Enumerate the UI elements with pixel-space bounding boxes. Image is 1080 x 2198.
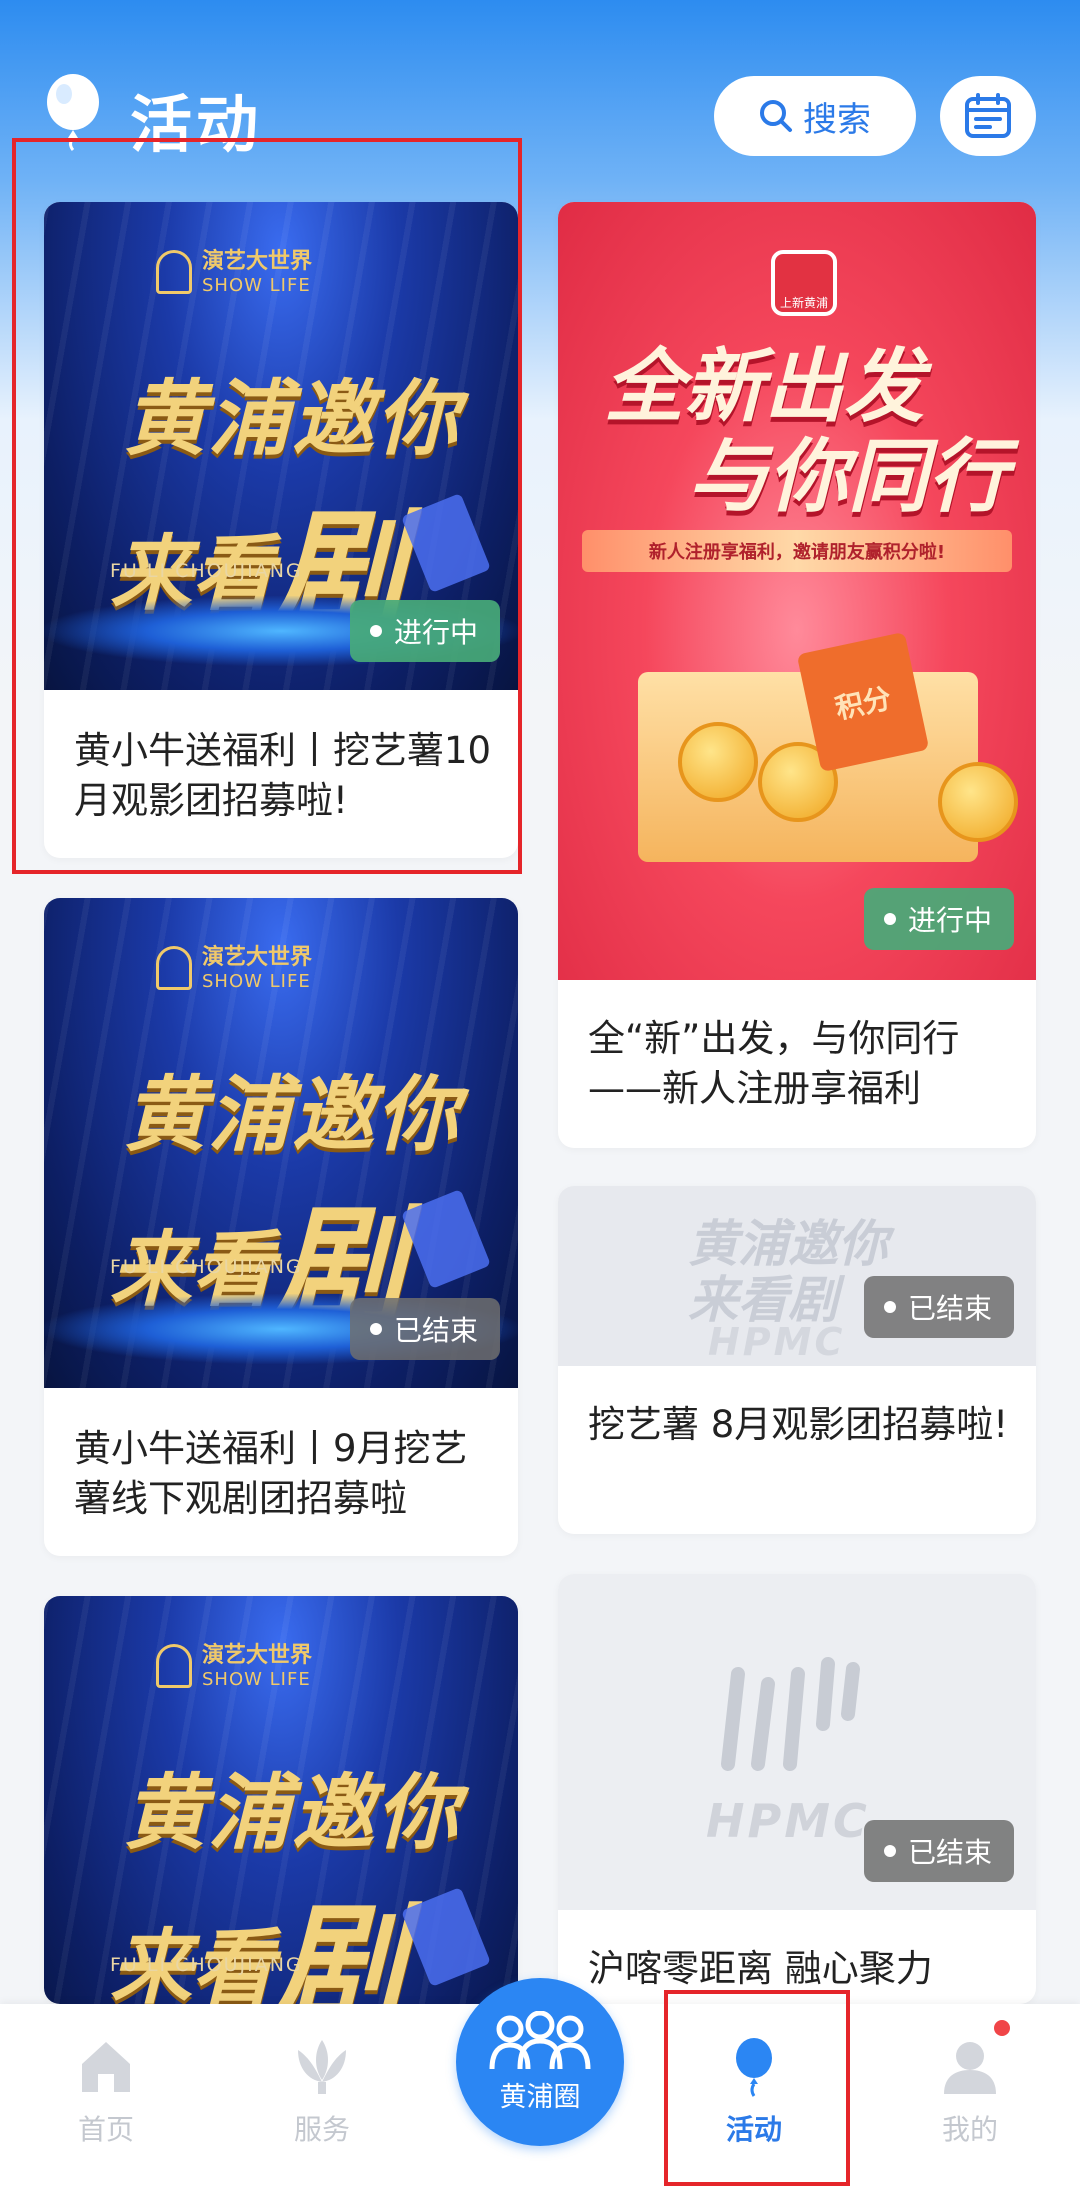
nav-label: 黄浦圈 [499, 2081, 581, 2113]
status-badge: 进行中 [864, 888, 1015, 950]
balloon-icon [736, 2038, 772, 2097]
activity-card[interactable]: 上新黄浦 全新出发 与你同行 新人注册享福利，邀请朋友赢积分啦! 积分 进行中 … [558, 202, 1036, 1148]
balloon-logo-icon [47, 74, 99, 151]
poster-strip: 新人注册享福利，邀请朋友赢积分啦! [582, 530, 1012, 572]
nav-label: 首页 [77, 2113, 134, 2146]
activity-title: 沪喀零距离 融心聚力 [588, 1947, 933, 1990]
poster-headline-2: 来看剧 [110, 1889, 405, 2004]
activity-card[interactable]: 黄浦邀你 来看剧 HPMC 已结束 挖艺薯 8月观影团招募啦! [558, 1186, 1036, 1534]
activity-poster: 演艺大世界 SHOW LIFE 黄浦邀你 来看剧 FU LI CHOUJIANG [44, 1596, 518, 2004]
poster-brand: 演艺大世界 SHOW LIFE [202, 1643, 313, 1691]
activity-poster: 上新黄浦 全新出发 与你同行 新人注册享福利，邀请朋友赢积分啦! 积分 [558, 202, 1036, 980]
home-icon [82, 2042, 130, 2092]
header: 活动 搜索 [0, 0, 1080, 190]
nav-item-mine[interactable]: 我的 [900, 2022, 1040, 2162]
calendar-button[interactable] [940, 76, 1036, 156]
calendar-icon [965, 93, 1011, 138]
nav-label: 我的 [941, 2113, 998, 2146]
poster-brand: 演艺大世界 SHOW LIFE [202, 945, 313, 993]
notification-dot [994, 2020, 1010, 2036]
activity-title: 挖艺薯 8月观影团招募啦! [588, 1403, 1009, 1446]
nav-label: 服务 [293, 2113, 350, 2146]
group-icon [489, 2010, 591, 2069]
activity-title: 全“新”出发，与你同行 ——新人注册享福利 [588, 1017, 960, 1110]
search-button[interactable]: 搜索 [714, 76, 916, 156]
coin-icon [938, 762, 1018, 842]
theater-crest-icon [156, 1644, 192, 1688]
coin-icon [678, 722, 758, 802]
lotus-icon [298, 2040, 346, 2094]
search-label: 搜索 [803, 99, 871, 140]
status-badge: 已结束 [864, 1276, 1015, 1338]
activity-card[interactable]: HPMC 已结束 沪喀零距离 融心聚力 [558, 1574, 1036, 2004]
theater-crest-icon [156, 250, 192, 294]
points-coupon: 积分 [796, 631, 930, 773]
status-badge: 进行中 [350, 600, 501, 662]
theater-crest-icon [156, 946, 192, 990]
activity-card[interactable]: 演艺大世界 SHOW LIFE 黄浦邀你 来看剧 FU LI CHOUJIANG … [44, 898, 518, 1556]
poster-brand: 演艺大世界 SHOW LIFE [202, 249, 313, 297]
hpmc-logo-icon [718, 1654, 868, 1796]
nav-item-home[interactable]: 首页 [36, 2022, 176, 2162]
shangxin-huangpu-logo: 上新黄浦 [771, 250, 837, 316]
nav-item-activity[interactable]: 活动 [684, 2022, 824, 2162]
poster-headline-2: 与你同行 [688, 430, 1008, 523]
poster-brand: HPMC [708, 1320, 846, 1364]
page-title: 活动 [130, 88, 263, 161]
nav-item-service[interactable]: 服务 [252, 2022, 392, 2162]
activity-card[interactable]: 演艺大世界 SHOW LIFE 黄浦邀你 来看剧 FU LI CHOUJIANG … [44, 202, 518, 858]
search-icon [760, 100, 792, 132]
status-badge: 已结束 [864, 1820, 1015, 1882]
activity-card[interactable]: 演艺大世界 SHOW LIFE 黄浦邀你 来看剧 FU LI CHOUJIANG [44, 1596, 518, 2004]
user-icon [944, 2042, 996, 2094]
poster-subtitle: FU LI CHOUJIANG [110, 560, 303, 582]
status-badge: 已结束 [350, 1298, 501, 1360]
poster-subtitle: FU LI CHOUJIANG [110, 1954, 303, 1976]
nav-label: 活动 [725, 2113, 782, 2146]
activity-title: 黄小牛送福利丨9月挖艺薯线下观剧团招募啦 [74, 1427, 468, 1520]
activity-title: 黄小牛送福利丨挖艺薯10月观影团招募啦! [74, 729, 492, 822]
nav-item-huangpu-circle[interactable]: 黄浦圈 [456, 1978, 624, 2146]
poster-subtitle: FU LI CHOUJIANG [110, 1256, 303, 1278]
poster-brand: HPMC [706, 1794, 870, 1848]
